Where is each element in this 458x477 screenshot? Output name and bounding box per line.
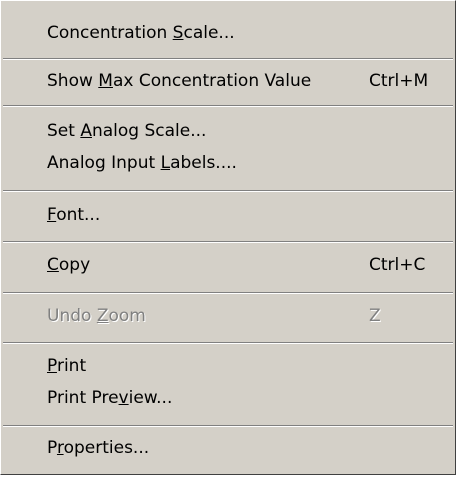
menu-item-label: Print Preview... [47,388,173,408]
menu-item-label: Show Max Concentration Value [47,71,312,91]
menu-separator [3,292,453,294]
menu-item-label: Properties... [47,438,150,458]
menu-item-label: Print [47,356,87,376]
menu-separator [3,190,453,192]
menu-item-concentration-scale[interactable]: Concentration Scale... [1,15,455,51]
menu-item-undo-zoom: Undo Zoom Z [1,298,455,334]
menu-item-shortcut: Ctrl+C [369,255,426,275]
menu-separator [3,241,453,243]
menu-item-label: Set Analog Scale... [47,121,207,141]
menu-item-show-max-concentration[interactable]: Show Max Concentration Value Ctrl+M [1,63,455,99]
menu-separator [3,425,453,427]
menu-item-label: Concentration Scale... [47,23,235,43]
context-menu: Concentration Scale... Show Max Concentr… [0,0,456,475]
menu-item-label: Font... [47,205,101,225]
menu-item-font[interactable]: Font... [1,197,455,233]
menu-separator [3,58,453,60]
menu-separator [3,105,453,107]
menu-item-copy[interactable]: Copy Ctrl+C [1,247,455,283]
menu-item-print[interactable]: Print [1,348,455,384]
menu-item-set-analog-scale[interactable]: Set Analog Scale... [1,113,455,149]
menu-item-label: Copy [47,255,91,275]
menu-item-label: Undo Zoom [47,306,146,326]
menu-item-shortcut: Ctrl+M [369,71,429,91]
menu-item-print-preview[interactable]: Print Preview... [1,380,455,416]
menu-item-analog-input-labels[interactable]: Analog Input Labels.... [1,145,455,181]
menu-item-label: Analog Input Labels.... [47,153,237,173]
menu-separator [3,342,453,344]
menu-item-properties[interactable]: Properties... [1,430,455,466]
menu-item-shortcut: Z [369,306,381,326]
